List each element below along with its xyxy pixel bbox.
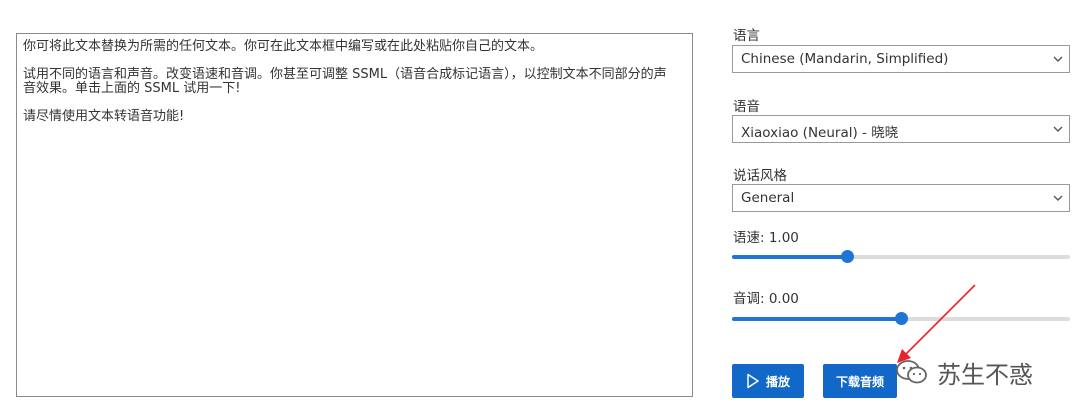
- wechat-icon: [896, 360, 927, 384]
- text-input-content[interactable]: 你可将此文本替换为所需的任何文本。你可在此文本框中编写或在此处粘贴你自己的文本。…: [23, 40, 684, 124]
- style-select[interactable]: General: [732, 184, 1070, 212]
- watermark: 苏生不惑: [895, 356, 1033, 389]
- language-select[interactable]: Chinese (Mandarin, Simplified): [732, 45, 1070, 73]
- pitch-label: 音调: 0.00: [733, 291, 799, 307]
- rate-slider-thumb[interactable]: [840, 250, 854, 263]
- play-button-label: 播放: [765, 374, 790, 389]
- pitch-slider[interactable]: [732, 311, 1070, 327]
- download-button-label: 下载音频: [835, 374, 884, 389]
- voice-select[interactable]: Xiaoxiao (Neural) - 晓晓: [732, 115, 1070, 143]
- voice-label: 语音: [733, 99, 760, 115]
- chevron-down-icon: [1053, 56, 1063, 62]
- play-button[interactable]: 播放: [732, 364, 804, 398]
- download-audio-button[interactable]: 下载音频: [823, 364, 897, 398]
- language-select-value: Chinese (Mandarin, Simplified): [741, 51, 949, 67]
- text-input-area[interactable]: 你可将此文本替换为所需的任何文本。你可在此文本框中编写或在此处粘贴你自己的文本。…: [16, 33, 693, 397]
- chevron-down-icon: [1053, 195, 1063, 201]
- rate-slider-fill: [732, 255, 847, 259]
- rate-label: 语速: 1.00: [733, 230, 799, 246]
- voice-select-value: Xiaoxiao (Neural) - 晓晓: [741, 125, 899, 141]
- language-label: 语言: [733, 28, 760, 44]
- chevron-down-icon: [1053, 126, 1063, 132]
- pitch-slider-thumb[interactable]: [895, 312, 908, 325]
- watermark-text: 苏生不惑: [937, 360, 1033, 389]
- style-label: 说话风格: [733, 168, 787, 184]
- style-select-value: General: [741, 190, 795, 206]
- pitch-slider-fill: [732, 317, 901, 321]
- rate-slider[interactable]: [732, 249, 1070, 265]
- play-icon: [747, 373, 759, 389]
